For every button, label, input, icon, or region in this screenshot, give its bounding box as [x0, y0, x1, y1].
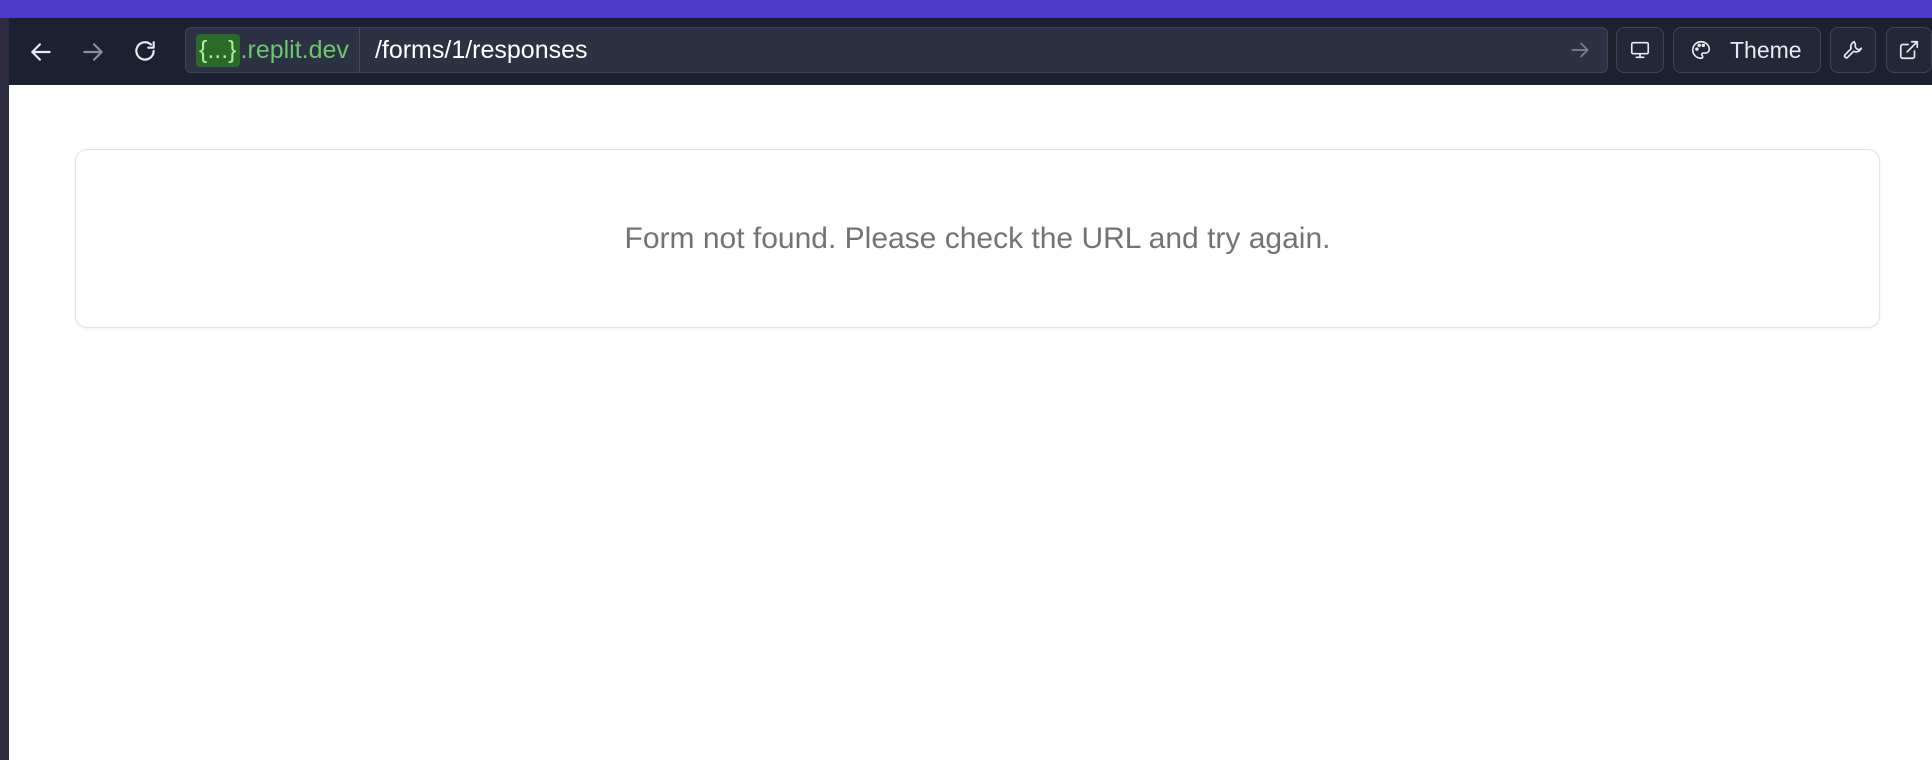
- window-left-edge: [0, 18, 9, 760]
- wrench-icon: [1843, 40, 1863, 59]
- reload-button[interactable]: [119, 26, 171, 78]
- palette-icon: [1692, 40, 1711, 60]
- devtools-button[interactable]: [1830, 27, 1876, 73]
- external-link-icon: [1899, 40, 1919, 60]
- open-external-button[interactable]: [1886, 27, 1932, 73]
- arrow-left-icon: [31, 42, 51, 61]
- url-host-domain: .replit.dev: [240, 35, 349, 64]
- page-content: Form not found. Please check the URL and…: [9, 85, 1932, 760]
- go-arrow-icon[interactable]: [1567, 37, 1593, 63]
- monitor-icon: [1630, 41, 1650, 59]
- address-bar[interactable]: {...} .replit.dev /forms/1/responses: [185, 27, 1608, 73]
- browser-toolbar: {...} .replit.dev /forms/1/responses The…: [9, 18, 1932, 85]
- refresh-icon: [135, 40, 155, 61]
- arrow-right-icon: [83, 42, 103, 61]
- window-accent-bar: [0, 0, 1932, 18]
- forward-button[interactable]: [67, 26, 119, 78]
- error-message: Form not found. Please check the URL and…: [624, 221, 1331, 255]
- device-preview-button[interactable]: [1616, 27, 1664, 73]
- theme-label: Theme: [1730, 36, 1802, 63]
- url-host: {...} .replit.dev: [186, 28, 360, 72]
- url-host-badge: {...}: [196, 33, 240, 67]
- url-path-input[interactable]: /forms/1/responses: [360, 36, 1567, 65]
- theme-button[interactable]: Theme: [1673, 27, 1821, 73]
- browser-window: {...} .replit.dev /forms/1/responses The…: [0, 0, 1932, 760]
- back-button[interactable]: [15, 26, 67, 78]
- error-card: Form not found. Please check the URL and…: [75, 149, 1880, 328]
